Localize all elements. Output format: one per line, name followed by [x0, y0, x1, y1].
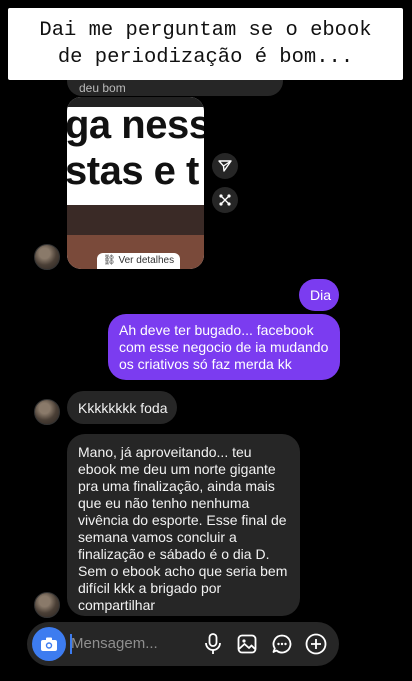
- image-icon: [237, 634, 257, 654]
- share-icon: [218, 160, 232, 172]
- message-text: Dia: [310, 287, 332, 303]
- microphone-icon: [205, 633, 221, 654]
- message-text: Kkkkkkkk foda: [78, 400, 168, 416]
- gallery-button[interactable]: [235, 632, 259, 656]
- avatar[interactable]: [34, 244, 60, 270]
- see-details-label: Ver detalhes: [118, 255, 175, 266]
- camera-button[interactable]: [32, 627, 66, 661]
- partial-message-text: deu bom: [79, 81, 126, 95]
- message-bubble-in: Mano, já aproveitando... teu ebook me de…: [67, 434, 300, 616]
- story-caption: Dai me perguntam se o ebook de periodiza…: [8, 8, 403, 80]
- media-dark-band: [67, 205, 204, 235]
- sticker-icon: [272, 634, 292, 654]
- message-composer[interactable]: Mensagem...: [27, 622, 339, 666]
- caption-line-2: de periodização é bom...: [57, 46, 354, 69]
- message-text: Ah deve ter bugado... facebook com esse …: [119, 322, 329, 372]
- sticker-button[interactable]: [270, 632, 294, 656]
- forward-icon: [219, 194, 231, 206]
- microphone-button[interactable]: [201, 632, 225, 656]
- share-button[interactable]: [212, 153, 238, 179]
- message-bubble-out: Ah deve ter bugado... facebook com esse …: [108, 314, 340, 380]
- caption-line-1: Dai me perguntam se o ebook: [39, 19, 372, 42]
- message-bubble-in: Kkkkkkkk foda: [67, 391, 177, 424]
- media-overlay-text-2: stas e t: [67, 149, 199, 193]
- see-details-link[interactable]: ⛓ Ver detalhes: [97, 253, 181, 269]
- message-bubble-out: Dia: [299, 279, 339, 311]
- camera-icon: [41, 637, 57, 651]
- shared-post-media[interactable]: ga ness stas e t ⛓ Ver detalhes: [67, 97, 204, 269]
- message-text: Mano, já aproveitando... teu ebook me de…: [78, 444, 288, 613]
- forward-button[interactable]: [212, 187, 238, 213]
- link-icon: ⛓: [103, 255, 116, 266]
- avatar[interactable]: [34, 399, 60, 425]
- plus-icon: [305, 633, 327, 655]
- add-button[interactable]: [304, 632, 328, 656]
- avatar[interactable]: [34, 592, 60, 618]
- media-overlay-text-1: ga ness: [67, 103, 204, 147]
- message-input[interactable]: Mensagem...: [71, 635, 158, 652]
